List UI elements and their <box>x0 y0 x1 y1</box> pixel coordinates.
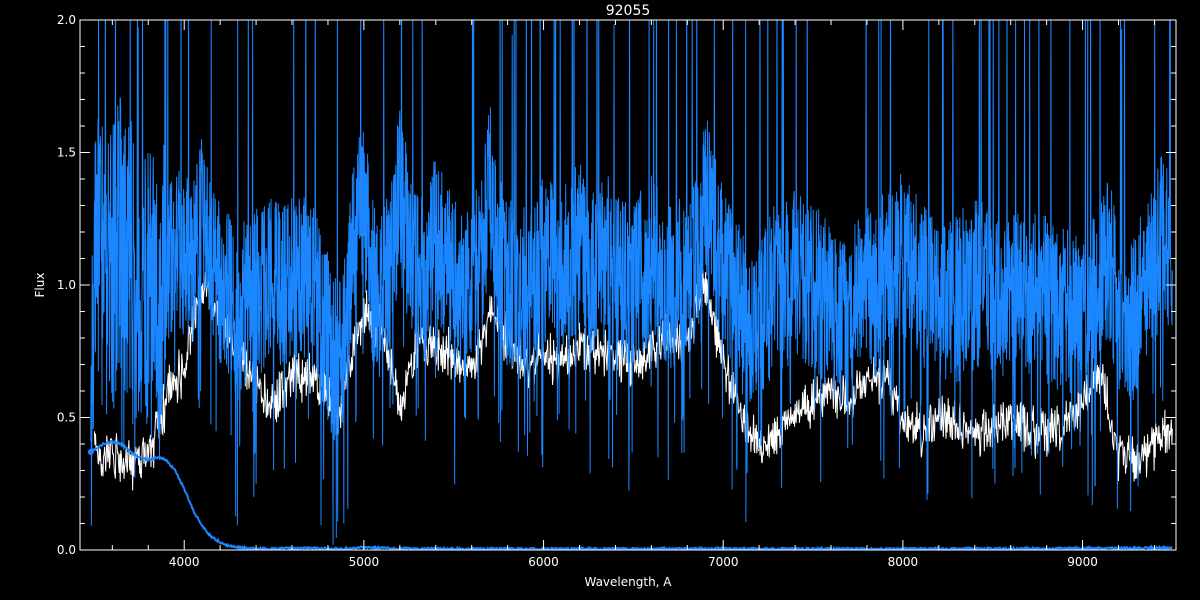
y-axis-title: Flux <box>33 273 47 298</box>
chart-title: 92055 <box>606 3 651 19</box>
spectrum-chart: 4000 5000 6000 7000 8000 9000 0.0 0.5 1.0 1.5 2.0… <box>0 0 1200 600</box>
y-tick-label: 0.5 <box>57 411 76 425</box>
y-tick-label: 1.5 <box>57 146 76 160</box>
y-tick-label: 0.0 <box>57 543 76 557</box>
y-tick-label: 1.0 <box>57 278 76 292</box>
x-tick-label: 9000 <box>1067 555 1098 569</box>
x-axis-title: Wavelength, A <box>584 575 672 589</box>
x-tick-label: 8000 <box>888 555 919 569</box>
x-tick-label: 7000 <box>708 555 739 569</box>
y-tick-label: 2.0 <box>57 13 76 27</box>
x-tick-label: 4000 <box>169 555 200 569</box>
x-tick-label: 5000 <box>349 555 380 569</box>
series-start-marker <box>87 448 94 455</box>
x-tick-label: 6000 <box>528 555 559 569</box>
